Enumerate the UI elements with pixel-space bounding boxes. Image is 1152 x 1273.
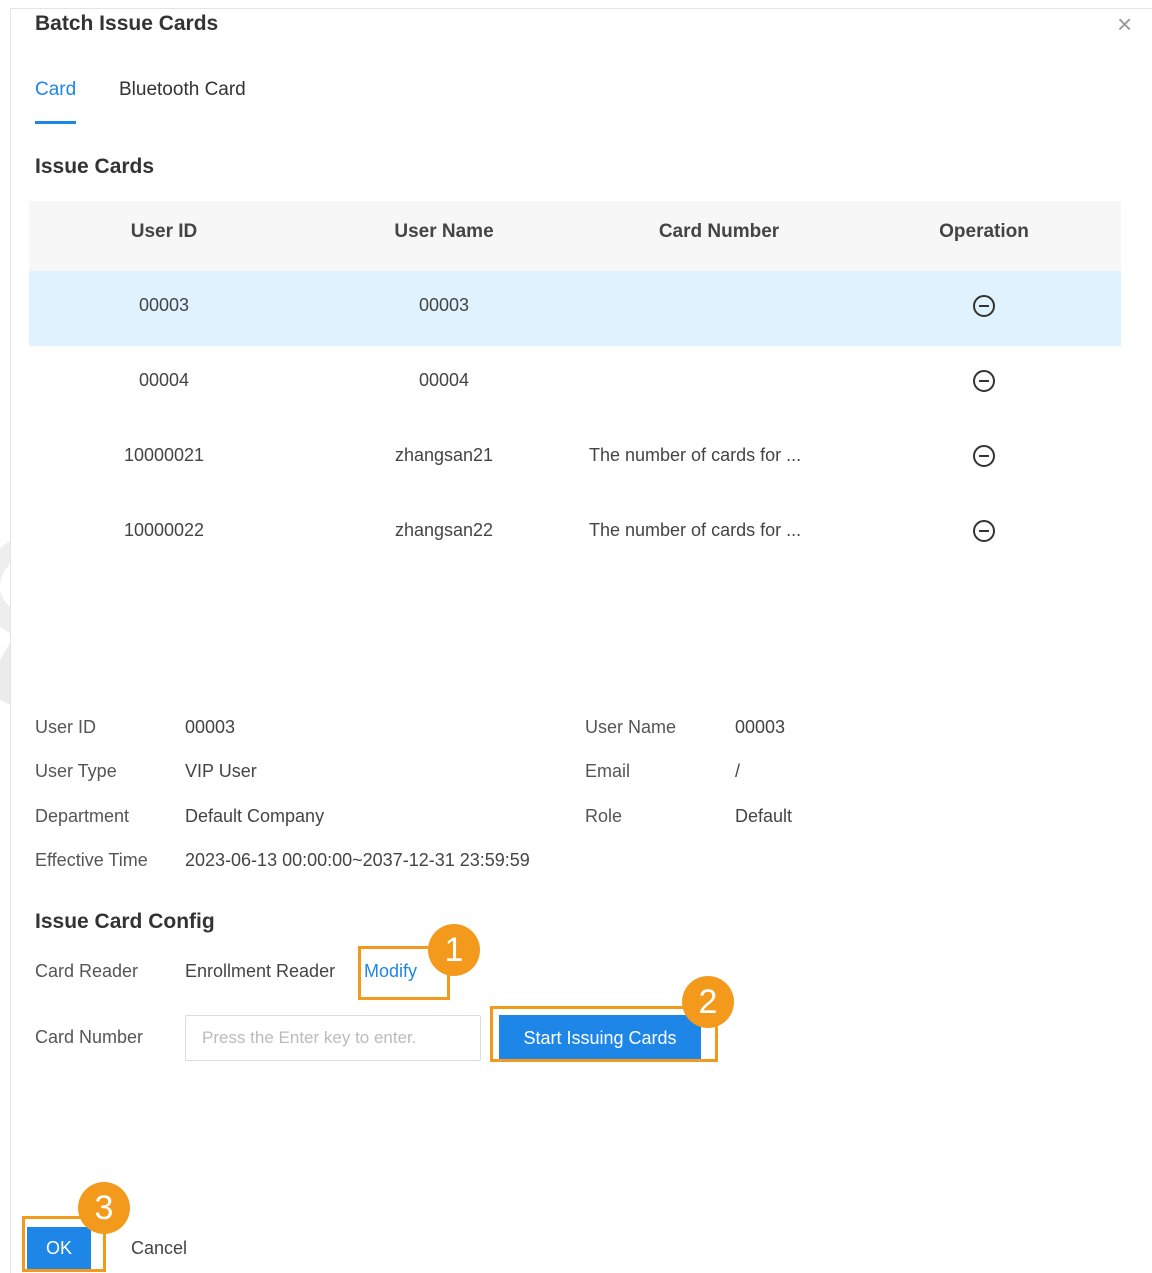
remove-circle-icon[interactable] bbox=[973, 520, 995, 542]
table-row[interactable]: 10000021 zhangsan21 The number of cards … bbox=[29, 421, 1121, 496]
effective-time-label: Effective Time bbox=[35, 850, 148, 870]
cancel-button[interactable]: Cancel bbox=[111, 1227, 207, 1269]
card-number-input[interactable] bbox=[185, 1015, 481, 1061]
user-id-value: 00003 bbox=[185, 717, 236, 737]
cell-user-id: 00004 bbox=[138, 370, 190, 390]
user-type-label: User Type bbox=[35, 761, 117, 781]
issue-card-config-title: Issue Card Config bbox=[35, 910, 215, 933]
dialog-title: Batch Issue Cards bbox=[35, 12, 219, 35]
tab-bluetooth-card-label: Bluetooth Card bbox=[119, 79, 246, 100]
table-header: User ID User Name Card Number Operation bbox=[29, 201, 1121, 271]
card-reader-value: Enrollment Reader bbox=[185, 961, 336, 981]
email-label: Email bbox=[585, 761, 631, 781]
issue-cards-title: Issue Cards bbox=[35, 155, 155, 178]
column-header-operation: Operation bbox=[939, 221, 1029, 242]
column-header-card-number: Card Number bbox=[658, 221, 780, 242]
table-row[interactable]: 00003 00003 bbox=[29, 271, 1121, 346]
department-label: Department bbox=[35, 806, 130, 826]
department-value: Default Company bbox=[185, 806, 325, 826]
batch-issue-cards-dialog: Batch Issue Cards × Card Bluetooth Card … bbox=[10, 8, 1152, 1273]
step-3-badge: 3 bbox=[78, 1182, 130, 1234]
effective-time-value: 2023-06-13 00:00:00~2037-12-31 23:59:59 bbox=[185, 850, 530, 870]
issue-cards-table: User ID User Name Card Number Operation … bbox=[29, 201, 1121, 571]
table-row[interactable]: 00004 00004 bbox=[29, 346, 1121, 421]
user-type-value: VIP User bbox=[185, 761, 257, 781]
cell-user-id: 10000021 bbox=[123, 445, 205, 465]
step-1-badge: 1 bbox=[428, 924, 480, 976]
modify-link[interactable]: Modify bbox=[364, 961, 417, 982]
remove-circle-icon[interactable] bbox=[973, 445, 995, 467]
card-number-label: Card Number bbox=[35, 1027, 144, 1047]
cell-card-number: The number of cards for ... bbox=[589, 445, 802, 465]
tab-card[interactable]: Card bbox=[35, 79, 77, 124]
cell-user-id: 10000022 bbox=[123, 520, 205, 540]
active-tab-indicator bbox=[35, 121, 77, 124]
card-reader-label: Card Reader bbox=[35, 961, 139, 981]
email-value: / bbox=[735, 761, 741, 781]
tab-card-label: Card bbox=[35, 79, 77, 100]
user-id-label: User ID bbox=[35, 717, 97, 737]
cell-operation bbox=[929, 370, 1039, 397]
cell-user-name: 00004 bbox=[418, 370, 470, 390]
tab-bluetooth-card[interactable]: Bluetooth Card bbox=[119, 79, 246, 101]
column-header-user-name: User Name bbox=[394, 221, 494, 242]
step-2-badge: 2 bbox=[682, 976, 734, 1028]
user-name-value: 00003 bbox=[735, 717, 786, 737]
remove-circle-icon[interactable] bbox=[973, 295, 995, 317]
ok-button[interactable]: OK bbox=[27, 1227, 91, 1269]
column-header-user-id: User ID bbox=[130, 221, 198, 242]
role-value: Default bbox=[735, 806, 793, 826]
cell-user-name: zhangsan21 bbox=[394, 445, 494, 465]
table-row[interactable]: 10000022 zhangsan22 The number of cards … bbox=[29, 496, 1121, 571]
cell-operation bbox=[929, 295, 1039, 322]
cell-card-number: The number of cards for ... bbox=[589, 520, 802, 540]
remove-circle-icon[interactable] bbox=[973, 370, 995, 392]
start-issuing-cards-button[interactable]: Start Issuing Cards bbox=[499, 1015, 701, 1061]
cell-user-id: 00003 bbox=[138, 295, 190, 315]
cell-operation bbox=[929, 445, 1039, 472]
user-name-label: User Name bbox=[585, 717, 677, 737]
cell-operation bbox=[929, 520, 1039, 547]
cell-user-name: 00003 bbox=[418, 295, 470, 315]
close-icon[interactable]: × bbox=[1117, 11, 1132, 37]
role-label: Role bbox=[585, 806, 623, 826]
cell-user-name: zhangsan22 bbox=[394, 520, 494, 540]
